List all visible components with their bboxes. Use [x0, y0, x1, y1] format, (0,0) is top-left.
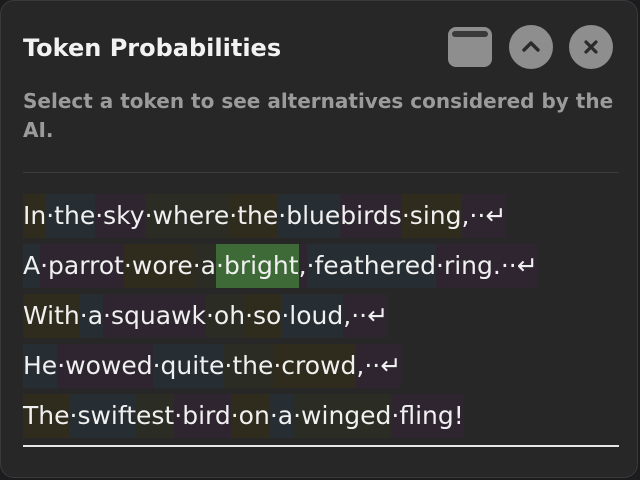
token[interactable]: ·swift [69, 394, 137, 438]
token[interactable]: ,··↵ [356, 344, 402, 388]
token[interactable]: ·the [229, 194, 279, 238]
token[interactable]: In [23, 194, 47, 238]
text-line: He ·wowed ·quite ·the ·crowd ,··↵ [23, 344, 538, 394]
token[interactable]: ·fling [391, 394, 454, 438]
panel-title: Token Probabilities [23, 34, 282, 62]
close-button[interactable] [569, 25, 613, 69]
token[interactable]: ·loud [281, 294, 344, 338]
collapse-button[interactable] [509, 25, 553, 69]
token[interactable]: ·the [46, 194, 96, 238]
panel-subtitle: Select a token to see alternatives consi… [23, 89, 614, 142]
token[interactable]: ! [453, 394, 464, 438]
text-line: In ·the ·sky ·where ·the ·blue birds ·sing ,··↵ [23, 194, 538, 244]
token[interactable]: ·the [224, 344, 274, 388]
token[interactable]: ·a [269, 394, 294, 438]
token[interactable]: ·winged [293, 394, 392, 438]
token[interactable]: est [136, 394, 175, 438]
token[interactable]: ·on [230, 394, 270, 438]
close-icon [584, 40, 598, 54]
token[interactable]: .··↵ [492, 244, 538, 288]
token[interactable]: ·feathered [306, 244, 436, 288]
token[interactable]: ·a [192, 244, 217, 288]
token[interactable]: ·wowed [57, 344, 153, 388]
token[interactable]: ·so [245, 294, 282, 338]
token[interactable]: With [23, 294, 80, 338]
divider-bottom [23, 445, 619, 447]
token[interactable]: ·quite [152, 344, 225, 388]
token[interactable]: ·bird [174, 394, 231, 438]
token[interactable]: ·ring [436, 244, 493, 288]
token-text-area: In ·the ·sky ·where ·the ·blue birds ·sing ,··↵ A… [23, 194, 538, 444]
token[interactable]: ,··↵ [343, 294, 389, 338]
divider [23, 172, 619, 173]
text-line: With ·a ·squawk ·oh ·so ·loud ,··↵ [23, 294, 538, 344]
token[interactable]: He [23, 344, 58, 388]
token-probabilities-panel: Token Probabilities Select a token to se… [0, 0, 638, 478]
token[interactable]: A [23, 244, 41, 288]
token[interactable]: The [23, 394, 70, 438]
token[interactable]: ·squawk [103, 294, 206, 338]
token-selected[interactable]: ·bright [216, 244, 299, 288]
token[interactable]: ·sky [95, 194, 145, 238]
window-toggle-button[interactable] [448, 27, 492, 67]
token[interactable]: ·a [79, 294, 104, 338]
token[interactable]: birds [340, 194, 402, 238]
token[interactable]: ·crowd [273, 344, 357, 388]
token[interactable]: ,··↵ [461, 194, 507, 238]
token[interactable]: ·oh [205, 294, 246, 338]
token[interactable]: ·blue [278, 194, 341, 238]
text-line: The ·swift est ·bird ·on ·a ·winged ·fling! [23, 394, 538, 444]
token[interactable]: ·where [144, 194, 230, 238]
token[interactable]: ·parrot [40, 244, 124, 288]
token[interactable]: ·wore [123, 244, 193, 288]
text-line: A ·parrot ·wore ·a ·bright, ·feathered ·ring .·… [23, 244, 538, 294]
token[interactable]: ·sing [401, 194, 462, 238]
token[interactable]: , [298, 244, 307, 288]
chevron-up-icon [522, 41, 540, 52]
